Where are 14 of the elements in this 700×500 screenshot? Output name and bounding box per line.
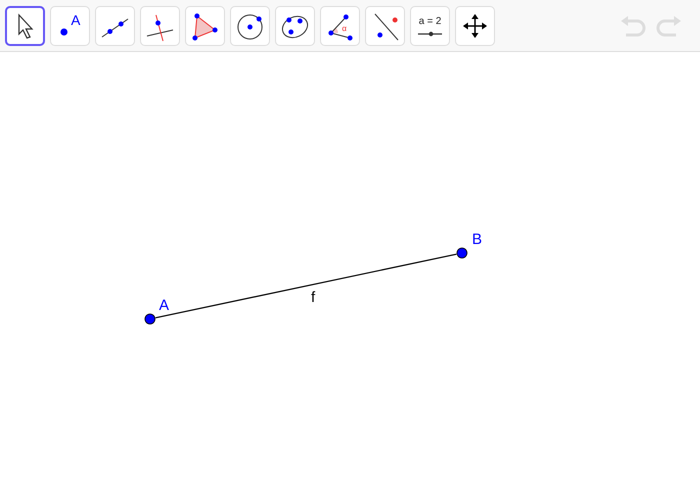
line-tool[interactable] bbox=[95, 6, 135, 46]
point-label: B bbox=[472, 231, 482, 248]
conic-tool[interactable] bbox=[275, 6, 315, 46]
circle-tool[interactable] bbox=[230, 6, 270, 46]
point-label: A bbox=[159, 297, 170, 314]
point[interactable] bbox=[456, 248, 468, 258]
move-view-tool[interactable] bbox=[455, 6, 495, 46]
point[interactable] bbox=[144, 314, 156, 324]
move-tool[interactable] bbox=[5, 6, 45, 46]
reflect-tool[interactable] bbox=[365, 6, 405, 46]
perpendicular-tool[interactable] bbox=[140, 6, 180, 46]
segment[interactable] bbox=[155, 254, 457, 318]
polygon-tool[interactable] bbox=[185, 6, 225, 46]
segment-label: f bbox=[311, 289, 316, 306]
